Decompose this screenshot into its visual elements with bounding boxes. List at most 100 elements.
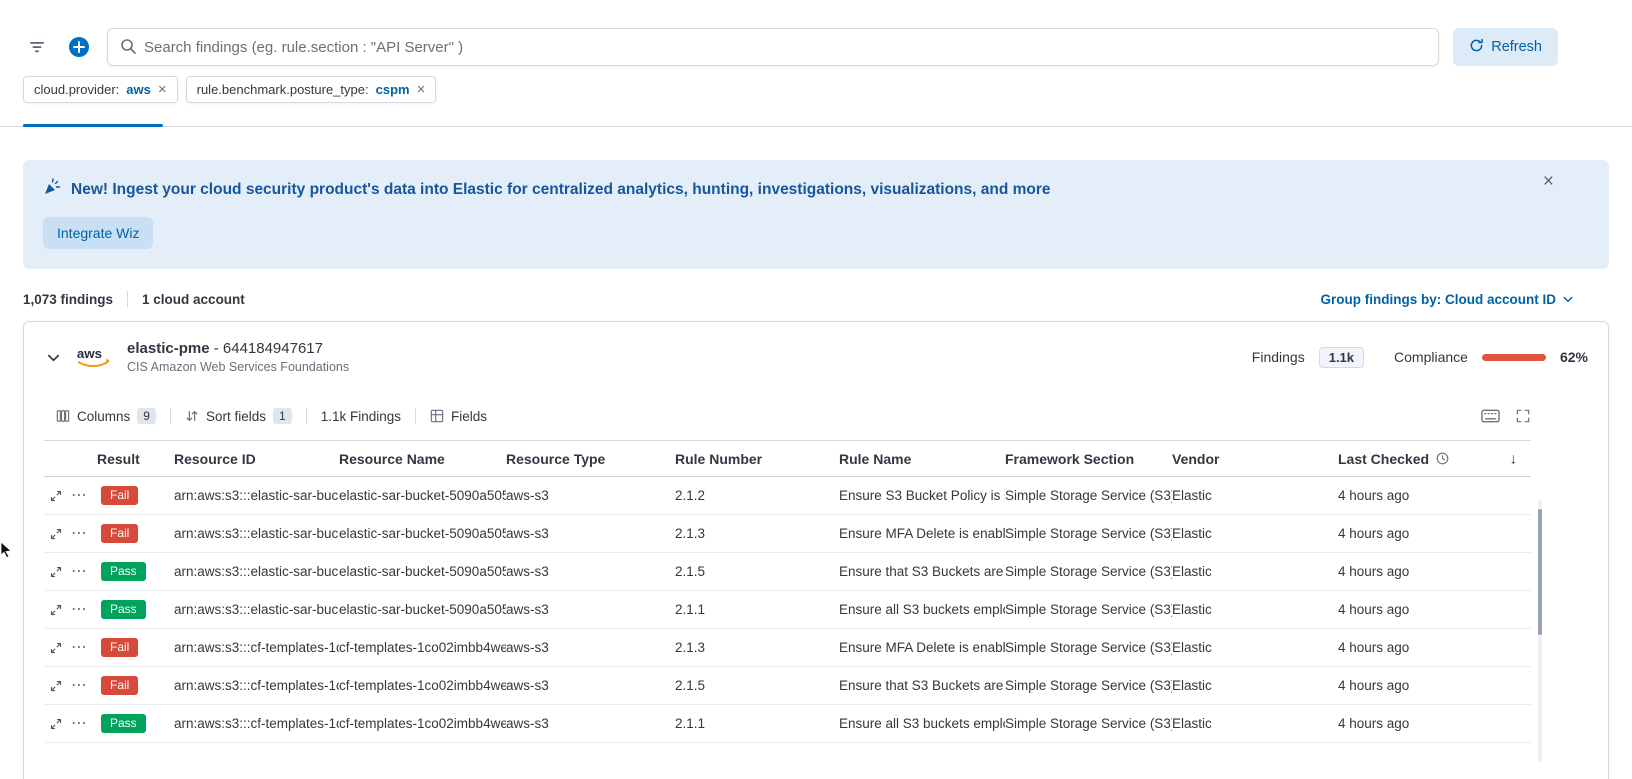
table-row: ⋯Passarn:aws:s3:::cf-templates-1ccf-temp… xyxy=(44,705,1531,743)
expand-row-icon[interactable] xyxy=(50,718,62,730)
remove-filter-icon[interactable]: × xyxy=(417,82,426,97)
cell-resource-id: arn:aws:s3:::cf-templates-1c xyxy=(174,640,339,655)
cell-framework-section: Simple Storage Service (S3) xyxy=(1005,488,1172,503)
cell-resource-name: elastic-sar-bucket-5090a505 xyxy=(339,564,506,579)
svg-text:aws: aws xyxy=(77,346,102,361)
table-row: ⋯ Fail arn:aws:s3:::elastic-sar-buckelasti… xyxy=(44,515,1531,553)
cell-last-checked: 4 hours ago xyxy=(1338,602,1531,617)
group-findings-by-dropdown[interactable]: Group findings by: Cloud account ID xyxy=(1321,292,1575,307)
filter-icon[interactable] xyxy=(23,31,51,63)
search-findings-box[interactable] xyxy=(107,28,1439,66)
account-name[interactable]: elastic-pme xyxy=(127,340,210,357)
filter-value: cspm xyxy=(376,82,410,97)
filter-value: aws xyxy=(126,82,151,97)
expand-row-icon[interactable] xyxy=(50,528,62,540)
clock-icon xyxy=(1436,452,1449,465)
cell-resource-name: elastic-sar-bucket-5090a505 xyxy=(339,526,506,541)
cell-resource-id: arn:aws:s3:::elastic-sar-buck xyxy=(174,526,339,541)
col-header-resource-name[interactable]: Resource Name xyxy=(339,451,506,467)
row-actions-icon[interactable]: ⋯ xyxy=(71,564,88,580)
table-scrollbar[interactable] xyxy=(1538,500,1542,762)
stats-row: 1,073 findings 1 cloud account Group fin… xyxy=(23,291,1609,307)
refresh-button[interactable]: Refresh xyxy=(1453,28,1558,66)
col-header-framework-section[interactable]: Framework Section xyxy=(1005,451,1172,467)
cell-rule-name: Ensure S3 Bucket Policy is se xyxy=(839,488,1005,503)
filter-pill-posture-type[interactable]: rule.benchmark.posture_type: cspm × xyxy=(186,76,437,103)
keyboard-shortcuts-icon[interactable] xyxy=(1481,409,1500,423)
announcement-icon xyxy=(43,178,61,201)
findings-count-label: 1.1k Findings xyxy=(321,409,401,424)
cell-framework-section: Simple Storage Service (S3) xyxy=(1005,640,1172,655)
sort-count-badge: 1 xyxy=(273,408,292,424)
cell-framework-section: Simple Storage Service (S3) xyxy=(1005,678,1172,693)
col-header-last-checked[interactable]: Last Checked xyxy=(1338,451,1531,467)
cell-vendor: Elastic xyxy=(1172,564,1338,579)
integrate-wiz-button[interactable]: Integrate Wiz xyxy=(43,217,153,249)
cell-vendor: Elastic xyxy=(1172,640,1338,655)
filter-field: rule.benchmark.posture_type: xyxy=(197,82,369,97)
compliance-percentage: 62% xyxy=(1560,349,1588,365)
col-header-vendor[interactable]: Vendor xyxy=(1172,451,1338,467)
findings-label: Findings xyxy=(1252,349,1305,365)
fields-icon xyxy=(430,409,444,423)
cell-rule-number: 2.1.3 xyxy=(675,640,839,655)
row-actions-icon[interactable]: ⋯ xyxy=(71,678,88,694)
search-bar: Refresh xyxy=(23,28,1558,66)
filter-pill-cloud-provider[interactable]: cloud.provider: aws × xyxy=(23,76,178,103)
divider xyxy=(306,408,307,424)
cell-resource-id: arn:aws:s3:::cf-templates-1c xyxy=(174,678,339,693)
cell-last-checked: 4 hours ago xyxy=(1338,716,1531,731)
row-actions-icon[interactable]: ⋯ xyxy=(71,488,88,504)
account-title: elastic-pme - 644184947617 CIS Amazon We… xyxy=(127,340,349,374)
cell-rule-name: Ensure all S3 buckets employ xyxy=(839,716,1005,731)
expand-row-icon[interactable] xyxy=(50,604,62,616)
sort-fields-button[interactable]: Sort fields 1 xyxy=(185,408,292,424)
compliance-progress-bar xyxy=(1482,354,1546,361)
benchmark-name: CIS Amazon Web Services Foundations xyxy=(127,360,349,374)
result-badge: Fail xyxy=(101,486,138,506)
mouse-cursor xyxy=(0,541,12,561)
col-header-result[interactable]: Result xyxy=(97,451,174,467)
collapse-account-icon[interactable] xyxy=(44,348,63,367)
cell-resource-type: aws-s3 xyxy=(506,678,675,693)
row-actions-icon[interactable]: ⋯ xyxy=(71,640,88,656)
cell-framework-section: Simple Storage Service (S3) xyxy=(1005,716,1172,731)
result-badge: Pass xyxy=(101,600,146,620)
cell-last-checked: 4 hours ago xyxy=(1338,640,1531,655)
row-actions-icon[interactable]: ⋯ xyxy=(71,716,88,732)
findings-count-badge: 1.1k xyxy=(1319,347,1364,368)
cell-resource-name: cf-templates-1co02imbb4we xyxy=(339,640,506,655)
search-icon xyxy=(120,38,136,57)
col-header-rule-name[interactable]: Rule Name xyxy=(839,451,1005,467)
cell-vendor: Elastic xyxy=(1172,602,1338,617)
row-actions-icon[interactable]: ⋯ xyxy=(71,526,88,542)
cell-rule-name: Ensure all S3 buckets employ xyxy=(839,602,1005,617)
fullscreen-icon[interactable] xyxy=(1516,409,1530,423)
col-header-rule-number[interactable]: Rule Number xyxy=(675,451,839,467)
row-actions-icon[interactable]: ⋯ xyxy=(71,602,88,618)
col-header-resource-id[interactable]: Resource ID xyxy=(174,451,339,467)
scrollbar-thumb[interactable] xyxy=(1538,509,1542,635)
aws-logo: aws xyxy=(75,344,115,370)
sort-direction-icon[interactable]: ↓ xyxy=(1510,450,1518,467)
expand-row-icon[interactable] xyxy=(50,680,62,692)
table-row: ⋯Failarn:aws:s3:::cf-templates-1ccf-temp… xyxy=(44,629,1531,667)
cloud-accounts-count: 1 cloud account xyxy=(142,292,245,307)
columns-button[interactable]: Columns 9 xyxy=(56,408,156,424)
fields-button[interactable]: Fields xyxy=(430,409,487,424)
close-icon[interactable]: × xyxy=(1543,172,1554,191)
account-id: - 644184947617 xyxy=(214,340,323,357)
divider xyxy=(170,408,171,424)
cell-rule-number: 2.1.5 xyxy=(675,678,839,693)
expand-row-icon[interactable] xyxy=(50,566,62,578)
cell-resource-type: aws-s3 xyxy=(506,564,675,579)
expand-row-icon[interactable] xyxy=(50,642,62,654)
add-filter-icon[interactable] xyxy=(65,31,93,63)
search-input[interactable] xyxy=(144,39,1426,56)
remove-filter-icon[interactable]: × xyxy=(158,82,167,97)
expand-row-icon[interactable] xyxy=(50,490,62,502)
col-header-resource-type[interactable]: Resource Type xyxy=(506,451,675,467)
findings-table: Result Resource ID Resource Name Resourc… xyxy=(44,440,1531,743)
active-tab-indicator[interactable] xyxy=(23,124,163,127)
result-badge: Fail xyxy=(101,524,138,544)
